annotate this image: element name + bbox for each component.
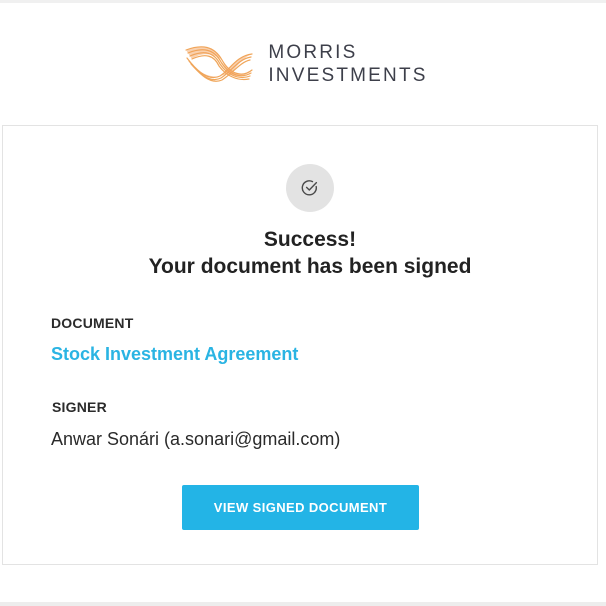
brand-name: MORRIS INVESTMENTS xyxy=(268,41,427,87)
success-message: Success! Your document has been signed xyxy=(3,226,606,280)
document-label: DOCUMENT xyxy=(51,315,134,331)
check-circle-icon xyxy=(286,164,334,212)
success-subtitle: Your document has been signed xyxy=(148,255,472,278)
check-circle-glyph-icon xyxy=(301,180,318,196)
wave-ribbon-logo-icon xyxy=(185,46,253,82)
signer-value: Anwar Sonári (a.sonari@gmail.com) xyxy=(51,429,341,449)
confirmation-card: Success! Your document has been signed D… xyxy=(2,125,598,565)
brand-lockup: MORRIS INVESTMENTS xyxy=(184,41,427,87)
signer-label: SIGNER xyxy=(52,399,107,415)
view-signed-document-button[interactable]: VIEW SIGNED DOCUMENT xyxy=(182,485,419,530)
brand-name-line1: MORRIS xyxy=(268,42,358,63)
success-title: Success! xyxy=(263,228,357,251)
bottom-divider xyxy=(0,602,606,606)
document-name-link[interactable]: Stock Investment Agreement xyxy=(51,344,298,365)
brand-header: MORRIS INVESTMENTS xyxy=(0,3,606,125)
brand-name-line2: INVESTMENTS xyxy=(268,65,428,86)
